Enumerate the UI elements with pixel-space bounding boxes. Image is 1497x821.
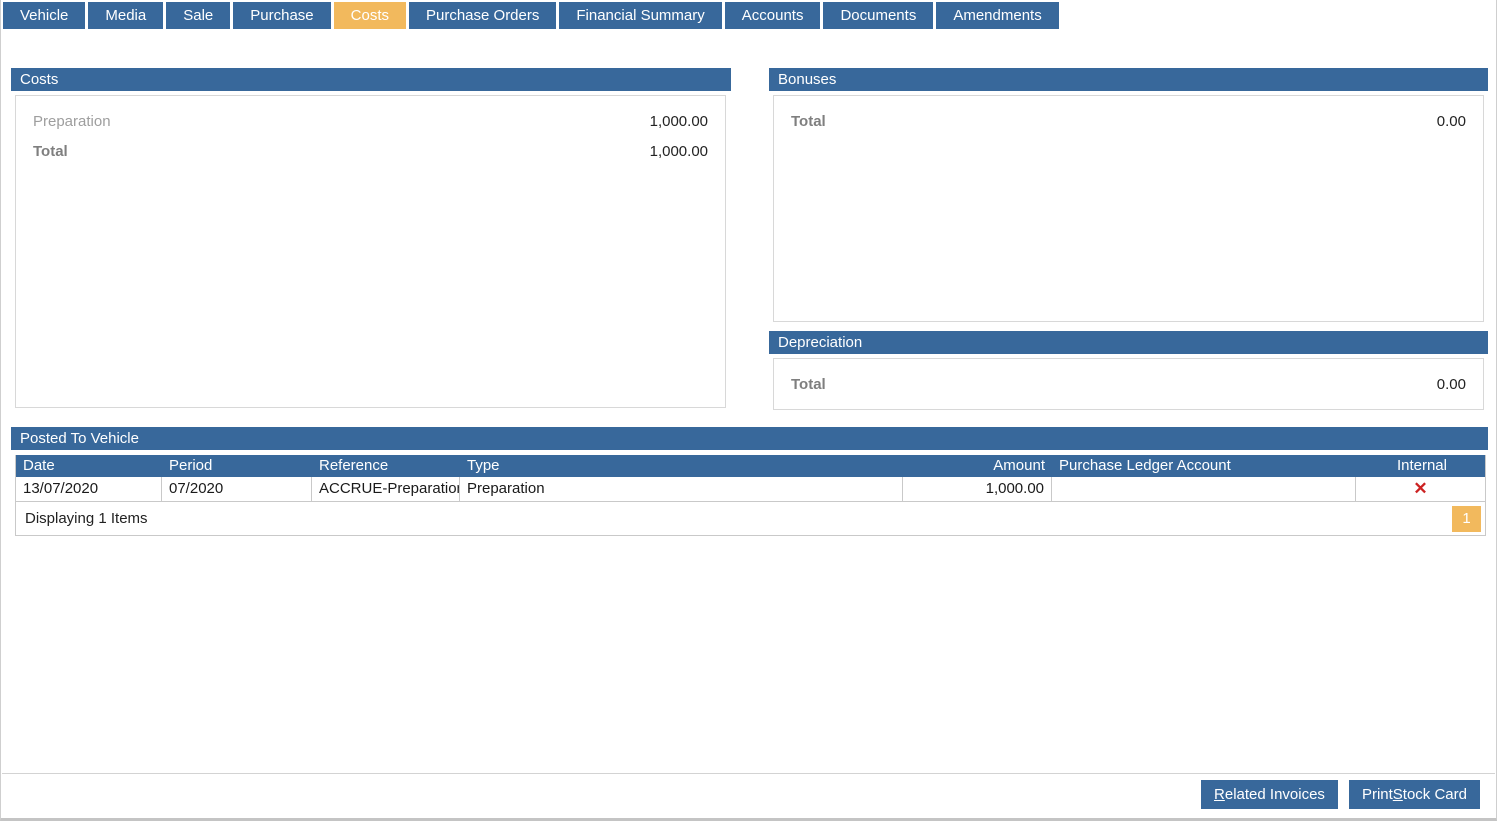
button-accesskey: S — [1393, 786, 1403, 803]
cost-value: 1,000.00 — [650, 113, 708, 130]
costs-row-preparation: Preparation 1,000.00 — [33, 113, 708, 130]
column-header-type[interactable]: Type — [460, 455, 903, 477]
depreciation-row-total: Total 0.00 — [791, 376, 1466, 393]
column-header-reference[interactable]: Reference — [312, 455, 460, 477]
column-header-amount[interactable]: Amount — [903, 455, 1052, 477]
depreciation-total-value: 0.00 — [1437, 376, 1466, 393]
tab-documents[interactable]: Documents — [823, 2, 933, 29]
depreciation-panel-header: Depreciation — [769, 331, 1488, 354]
cell-internal: ✕ — [1356, 477, 1485, 501]
column-header-purchase-ledger-account[interactable]: Purchase Ledger Account — [1052, 455, 1356, 477]
button-accesskey: R — [1214, 786, 1225, 803]
cell-reference: ACCRUE-Preparation — [312, 477, 460, 501]
tab-accounts[interactable]: Accounts — [725, 2, 821, 29]
vehicle-record-page: Vehicle Media Sale Purchase Costs Purcha… — [0, 0, 1497, 821]
tab-vehicle[interactable]: Vehicle — [3, 2, 85, 29]
table-footer: Displaying 1 Items 1 — [16, 502, 1485, 535]
red-cross-icon[interactable]: ✕ — [1413, 479, 1427, 498]
tab-purchase-orders[interactable]: Purchase Orders — [409, 2, 556, 29]
tab-financial-summary[interactable]: Financial Summary — [559, 2, 721, 29]
column-header-internal[interactable]: Internal — [1356, 455, 1485, 477]
tab-purchase[interactable]: Purchase — [233, 2, 330, 29]
button-label-part: tock Card — [1403, 786, 1467, 803]
tab-amendments[interactable]: Amendments — [936, 2, 1058, 29]
column-header-date[interactable]: Date — [16, 455, 162, 477]
depreciation-total-label: Total — [791, 376, 826, 393]
tab-bar: Vehicle Media Sale Purchase Costs Purcha… — [3, 2, 1059, 29]
tab-costs[interactable]: Costs — [334, 2, 406, 29]
cell-purchase-ledger-account — [1052, 477, 1356, 501]
footer-divider — [2, 773, 1495, 774]
related-invoices-button[interactable]: Related Invoices — [1201, 780, 1338, 809]
column-header-period[interactable]: Period — [162, 455, 312, 477]
bonuses-panel-body: Total 0.00 — [773, 95, 1484, 322]
cost-total-label: Total — [33, 143, 68, 160]
bonuses-row-total: Total 0.00 — [791, 113, 1466, 130]
cell-date: 13/07/2020 — [16, 477, 162, 501]
cost-total-value: 1,000.00 — [650, 143, 708, 160]
table-row[interactable]: 13/07/2020 07/2020 ACCRUE-Preparation Pr… — [16, 477, 1485, 502]
button-label-part: elated Invoices — [1225, 786, 1325, 803]
table-header-row: Date Period Reference Type Amount Purcha… — [16, 455, 1485, 477]
costs-panel-body: Preparation 1,000.00 Total 1,000.00 — [15, 95, 726, 408]
cost-label: Preparation — [33, 113, 111, 130]
depreciation-panel-body: Total 0.00 — [773, 358, 1484, 410]
bonuses-total-label: Total — [791, 113, 826, 130]
button-label-part: Print — [1362, 786, 1393, 803]
footer-button-group: Related Invoices Print Stock Card — [1201, 780, 1480, 809]
cell-type: Preparation — [460, 477, 903, 501]
bonuses-panel-header: Bonuses — [769, 68, 1488, 91]
bonuses-total-value: 0.00 — [1437, 113, 1466, 130]
print-stock-card-button[interactable]: Print Stock Card — [1349, 780, 1480, 809]
cell-period: 07/2020 — [162, 477, 312, 501]
tab-sale[interactable]: Sale — [166, 2, 230, 29]
tab-media[interactable]: Media — [88, 2, 163, 29]
costs-row-total: Total 1,000.00 — [33, 143, 708, 160]
items-count-label: Displaying 1 Items — [25, 510, 148, 527]
posted-to-vehicle-table: Date Period Reference Type Amount Purcha… — [15, 455, 1486, 536]
posted-to-vehicle-header: Posted To Vehicle — [11, 427, 1488, 450]
cell-amount: 1,000.00 — [903, 477, 1052, 501]
costs-panel-header: Costs — [11, 68, 731, 91]
page-1-button[interactable]: 1 — [1452, 506, 1481, 532]
